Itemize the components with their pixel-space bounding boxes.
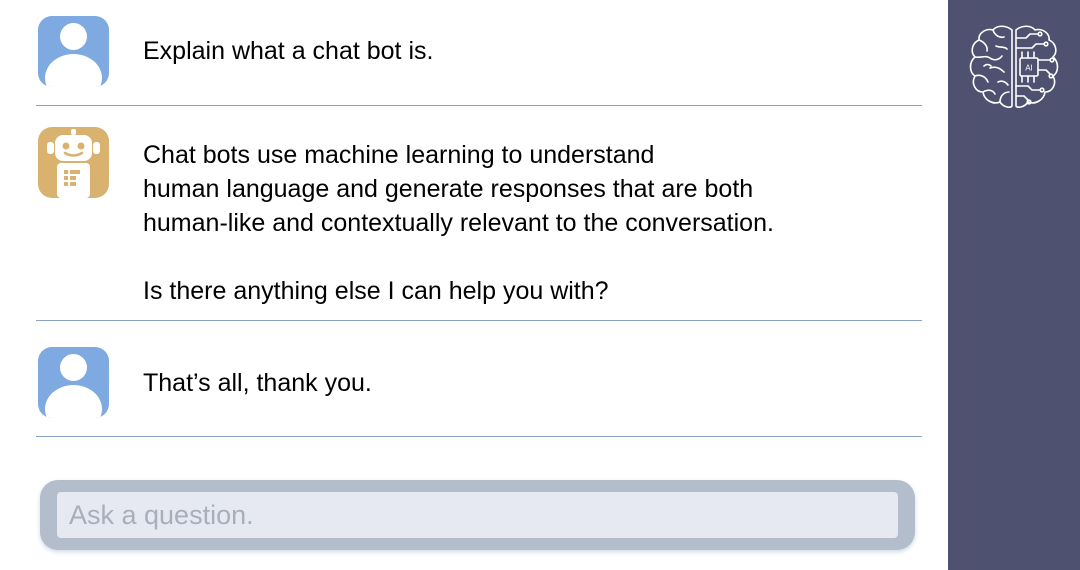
chat-message-bot: Chat bots use machine learning to unders… (36, 106, 922, 321)
message-line: Is there anything else I can help you wi… (143, 277, 609, 305)
chat-message-user: Explain what a chat bot is. (36, 0, 922, 106)
message-line: Chat bots use machine learning to unders… (143, 141, 655, 169)
chat-app: Explain what a chat bot is. Chat bots us… (0, 0, 1080, 570)
user-avatar-icon (38, 16, 109, 87)
message-line: human language and generate responses th… (143, 175, 754, 203)
message-line: That’s all, thank you. (143, 369, 372, 397)
robot-avatar-icon (38, 127, 109, 198)
message-line: Explain what a chat bot is. (143, 37, 434, 65)
user-avatar-icon (38, 347, 109, 418)
message-text: That’s all, thank you. (143, 366, 372, 400)
chat-panel: Explain what a chat bot is. Chat bots us… (0, 0, 948, 570)
sidebar: AI (948, 0, 1080, 570)
ai-chip-label: AI (1025, 64, 1033, 73)
question-input-frame (40, 480, 915, 550)
question-input[interactable] (57, 492, 898, 538)
chat-message-user: That’s all, thank you. (36, 321, 922, 437)
message-text: Explain what a chat bot is. (143, 34, 433, 68)
message-text: Chat bots use machine learning to unders… (143, 138, 774, 308)
message-line: human-like and contextually relevant to … (143, 209, 774, 237)
ai-brain-icon: AI (969, 25, 1059, 108)
